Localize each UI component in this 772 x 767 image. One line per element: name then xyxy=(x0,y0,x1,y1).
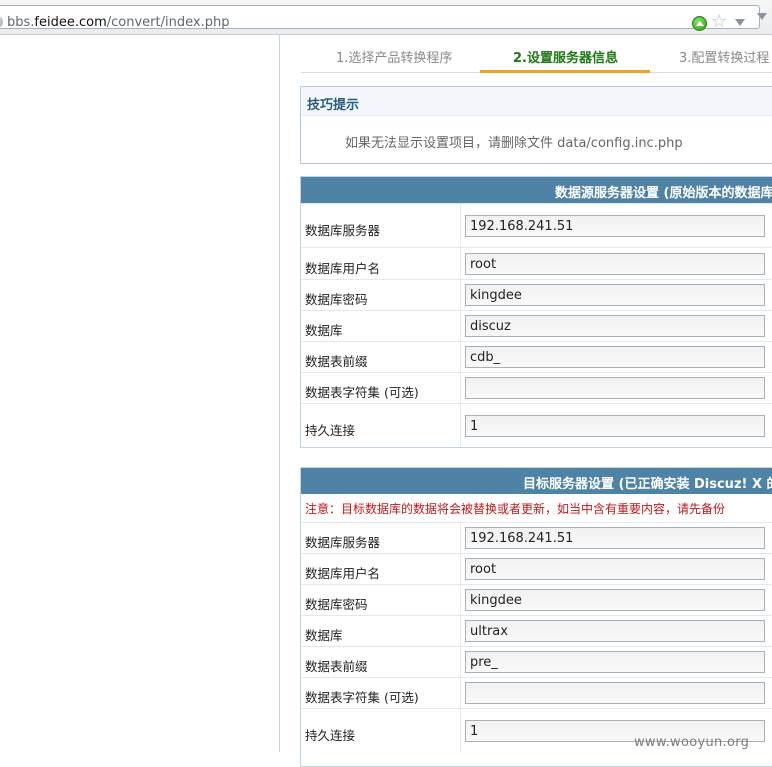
field-label: 数据库用户名 xyxy=(305,261,381,276)
target-charset-input[interactable] xyxy=(465,682,765,704)
form-row: 数据表字符集 (可选) xyxy=(301,677,772,708)
step-1[interactable]: 1.选择产品转换程序 xyxy=(336,47,452,66)
url-domain: feidee.com xyxy=(34,15,107,30)
source-panel-header: 数据源服务器设置 (原始版本的数据库 xyxy=(301,177,772,203)
tips-title: 技巧提示 xyxy=(307,98,360,113)
form-row: 数据库服务器 xyxy=(301,203,772,247)
form-row: 数据库用户名 xyxy=(301,247,772,279)
watermark-text: www.wooyun.org xyxy=(634,735,750,750)
field-label: 持久连接 xyxy=(305,728,356,743)
target-panel-title: 目标服务器设置 (已正确安装 Discuz! X 的数 xyxy=(523,477,772,492)
page-menu-dropdown-icon[interactable] xyxy=(757,13,767,20)
target-panel-header: 目标服务器设置 (已正确安装 Discuz! X 的数 xyxy=(301,468,772,494)
history-dropdown-icon[interactable] xyxy=(735,19,745,26)
db-name-input[interactable] xyxy=(465,315,765,337)
target-db-name-input[interactable] xyxy=(465,620,765,642)
url-text[interactable]: bbs.feidee.com/convert/index.php xyxy=(7,15,229,30)
tips-box: 技巧提示 如果无法显示设置项目，请删除文件 data/config.inc.ph… xyxy=(300,86,772,164)
source-server-panel: 数据源服务器设置 (原始版本的数据库 数据库服务器 数据库用户名 数据库密码 数… xyxy=(300,176,772,448)
charset-input[interactable] xyxy=(465,377,765,399)
form-row: 持久连接 xyxy=(301,403,772,447)
target-table-prefix-input[interactable] xyxy=(465,651,765,673)
step-2-active[interactable]: 2.设置服务器信息 xyxy=(513,47,618,66)
tips-header: 技巧提示 xyxy=(301,87,772,116)
go-icon[interactable] xyxy=(692,16,707,31)
form-row: 数据库服务器 xyxy=(301,522,772,553)
bookmark-star-icon[interactable]: ☆ xyxy=(711,12,727,32)
target-db-password-input[interactable] xyxy=(465,589,765,611)
address-bar[interactable]: bbs.feidee.com/convert/index.php ☆ xyxy=(0,5,760,32)
db-username-input[interactable] xyxy=(465,253,765,275)
overwrite-warning: 注意：目标数据库的数据将会被替换或者更新，如当中含有重要内容，请先备份 xyxy=(305,502,726,516)
form-row: 数据表前缀 xyxy=(301,341,772,372)
target-db-server-input[interactable] xyxy=(465,527,765,549)
field-label: 数据表字符集 (可选) xyxy=(305,385,419,400)
form-row: 数据表字符集 (可选) xyxy=(301,372,772,403)
step-3[interactable]: 3.配置转换过程 xyxy=(679,47,769,66)
url-prefix: bbs. xyxy=(7,15,35,30)
tips-text: 如果无法显示设置项目，请删除文件 data/config.inc.php xyxy=(345,136,683,151)
left-frame xyxy=(0,35,279,752)
form-row: 数据库用户名 xyxy=(301,553,772,584)
form-row: 数据库 xyxy=(301,615,772,646)
db-password-input[interactable] xyxy=(465,284,765,306)
db-server-input[interactable] xyxy=(465,215,765,237)
source-panel-title: 数据源服务器设置 (原始版本的数据库 xyxy=(555,186,772,201)
form-row: 数据库密码 xyxy=(301,584,772,615)
form-row: 数据库 xyxy=(301,310,772,341)
persistent-connection-input[interactable] xyxy=(465,415,765,437)
form-row: 数据表前缀 xyxy=(301,646,772,677)
field-label: 数据表前缀 xyxy=(305,659,368,674)
field-label: 数据库服务器 xyxy=(305,535,381,550)
field-label: 数据库密码 xyxy=(305,292,368,307)
url-path: /convert/index.php xyxy=(106,15,230,30)
field-label: 数据库密码 xyxy=(305,597,368,612)
table-prefix-input[interactable] xyxy=(465,346,765,368)
target-db-username-input[interactable] xyxy=(465,558,765,580)
frame-divider[interactable] xyxy=(279,35,280,752)
field-label: 数据库 xyxy=(305,323,343,338)
field-label: 数据库服务器 xyxy=(305,223,381,238)
form-row: 数据库密码 xyxy=(301,279,772,310)
field-label: 数据库用户名 xyxy=(305,566,381,581)
field-label: 数据表前缀 xyxy=(305,354,368,369)
active-step-indicator xyxy=(480,70,650,73)
field-label: 数据表字符集 (可选) xyxy=(305,690,419,705)
field-label: 数据库 xyxy=(305,628,343,643)
browser-toolbar: bbs.feidee.com/convert/index.php ☆ xyxy=(0,0,772,35)
target-server-panel: 目标服务器设置 (已正确安装 Discuz! X 的数 注意：目标数据库的数据将… xyxy=(300,467,772,767)
field-label: 持久连接 xyxy=(305,423,356,438)
site-globe-icon xyxy=(0,16,3,28)
